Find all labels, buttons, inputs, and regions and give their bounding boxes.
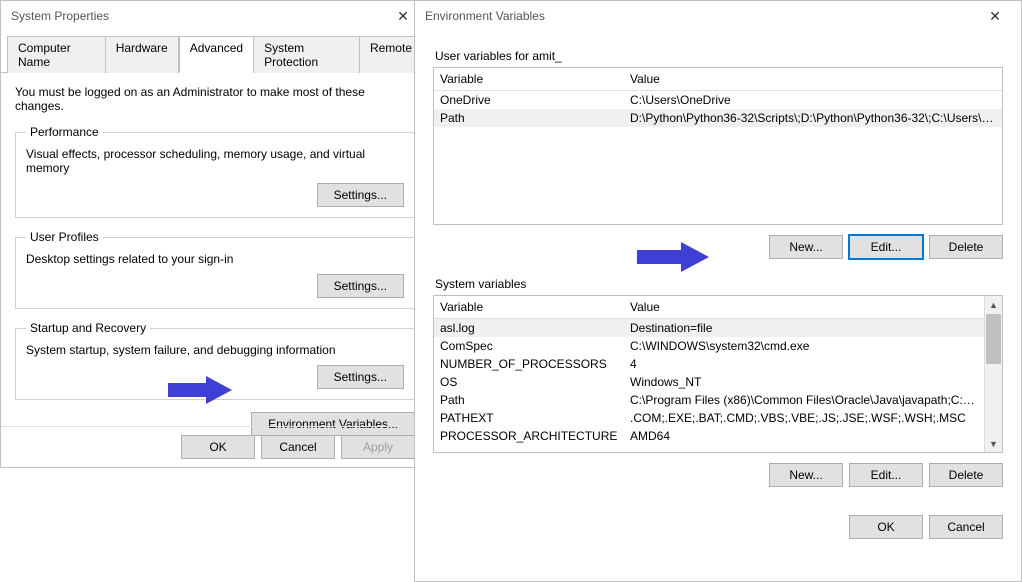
admin-note: You must be logged on as an Administrato… [15,85,415,113]
apply-button[interactable]: Apply [341,435,415,459]
cell-value: Destination=file [630,321,978,335]
scrollbar-thumb[interactable] [986,314,1001,364]
scroll-up-icon[interactable]: ▲ [985,296,1002,313]
scroll-down-icon[interactable]: ▼ [985,435,1002,452]
cell-value: C:\Program Files (x86)\Common Files\Orac… [630,393,978,407]
performance-group: Performance Visual effects, processor sc… [15,125,415,218]
dialog-title: System Properties [11,9,383,23]
performance-settings-button[interactable]: Settings... [317,183,404,207]
list-row[interactable]: ComSpec C:\WINDOWS\system32\cmd.exe [434,337,984,355]
cell-variable: ComSpec [440,339,630,353]
cell-variable: NUMBER_OF_PROCESSORS [440,357,630,371]
user-profiles-desc: Desktop settings related to your sign-in [26,252,404,266]
list-row[interactable]: OS Windows_NT [434,373,984,391]
column-variable[interactable]: Variable [440,72,630,86]
tab-computer-name[interactable]: Computer Name [7,36,106,73]
system-new-button[interactable]: New... [769,463,843,487]
system-edit-button[interactable]: Edit... [849,463,923,487]
cell-value: Windows_NT [630,375,978,389]
startup-recovery-legend: Startup and Recovery [26,321,150,335]
cell-variable: OneDrive [440,93,630,107]
cell-variable: Path [440,111,630,125]
list-row[interactable]: asl.log Destination=file [434,319,984,337]
startup-recovery-desc: System startup, system failure, and debu… [26,343,404,357]
list-row[interactable]: NUMBER_OF_PROCESSORS 4 [434,355,984,373]
ok-button[interactable]: OK [181,435,255,459]
user-edit-button[interactable]: Edit... [849,235,923,259]
list-header: Variable Value [434,296,984,319]
titlebar: System Properties ✕ [1,1,429,31]
cell-variable: asl.log [440,321,630,335]
performance-legend: Performance [26,125,103,139]
column-variable[interactable]: Variable [440,300,630,314]
cell-variable: PROCESSOR_ARCHITECTURE [440,429,630,443]
tab-bar: Computer Name Hardware Advanced System P… [1,35,429,73]
cell-variable: OS [440,375,630,389]
arrow-icon [168,376,232,404]
cancel-button[interactable]: Cancel [929,515,1003,539]
performance-desc: Visual effects, processor scheduling, me… [26,147,404,175]
environment-variables-dialog: Environment Variables ✕ User variables f… [414,0,1022,582]
list-row[interactable]: PROCESSOR_ARCHITECTURE AMD64 [434,427,984,445]
system-variables-label: System variables [435,277,1003,291]
cell-value: 4 [630,357,978,371]
user-new-button[interactable]: New... [769,235,843,259]
system-variables-list[interactable]: Variable Value asl.log Destination=file … [433,295,1003,453]
user-profiles-settings-button[interactable]: Settings... [317,274,404,298]
list-row[interactable]: OneDrive C:\Users\OneDrive [434,91,1002,109]
scrollbar-track[interactable] [985,365,1002,435]
arrow-icon [637,242,709,272]
system-delete-button[interactable]: Delete [929,463,1003,487]
user-delete-button[interactable]: Delete [929,235,1003,259]
list-row[interactable]: Path D:\Python\Python36-32\Scripts\;D:\P… [434,109,1002,127]
list-header: Variable Value [434,68,1002,91]
tab-system-protection[interactable]: System Protection [253,36,360,73]
dialog-body: User variables for amit_ Variable Value … [415,31,1021,551]
tab-hardware[interactable]: Hardware [105,36,179,73]
user-profiles-legend: User Profiles [26,230,103,244]
user-variables-list[interactable]: Variable Value OneDrive C:\Users\OneDriv… [433,67,1003,225]
tab-advanced[interactable]: Advanced [179,36,254,73]
ok-button[interactable]: OK [849,515,923,539]
column-value[interactable]: Value [630,300,978,314]
cell-value: C:\WINDOWS\system32\cmd.exe [630,339,978,353]
cancel-button[interactable]: Cancel [261,435,335,459]
scrollbar[interactable]: ▲ ▼ [984,296,1002,452]
cell-value: AMD64 [630,429,978,443]
list-row[interactable]: PATHEXT .COM;.EXE;.BAT;.CMD;.VBS;.VBE;.J… [434,409,984,427]
cell-value: D:\Python\Python36-32\Scripts\;D:\Python… [630,111,996,125]
cell-variable: Path [440,393,630,407]
cell-value: C:\Users\OneDrive [630,93,996,107]
cell-variable: PATHEXT [440,411,630,425]
user-profiles-group: User Profiles Desktop settings related t… [15,230,415,309]
user-variables-label: User variables for amit_ [435,49,1003,63]
cell-value: .COM;.EXE;.BAT;.CMD;.VBS;.VBE;.JS;.JSE;.… [630,411,978,425]
close-icon[interactable]: ✕ [975,3,1015,29]
startup-recovery-settings-button[interactable]: Settings... [317,365,404,389]
titlebar: Environment Variables ✕ [415,1,1021,31]
list-row[interactable]: Path C:\Program Files (x86)\Common Files… [434,391,984,409]
column-value[interactable]: Value [630,72,996,86]
dialog-title: Environment Variables [425,9,975,23]
